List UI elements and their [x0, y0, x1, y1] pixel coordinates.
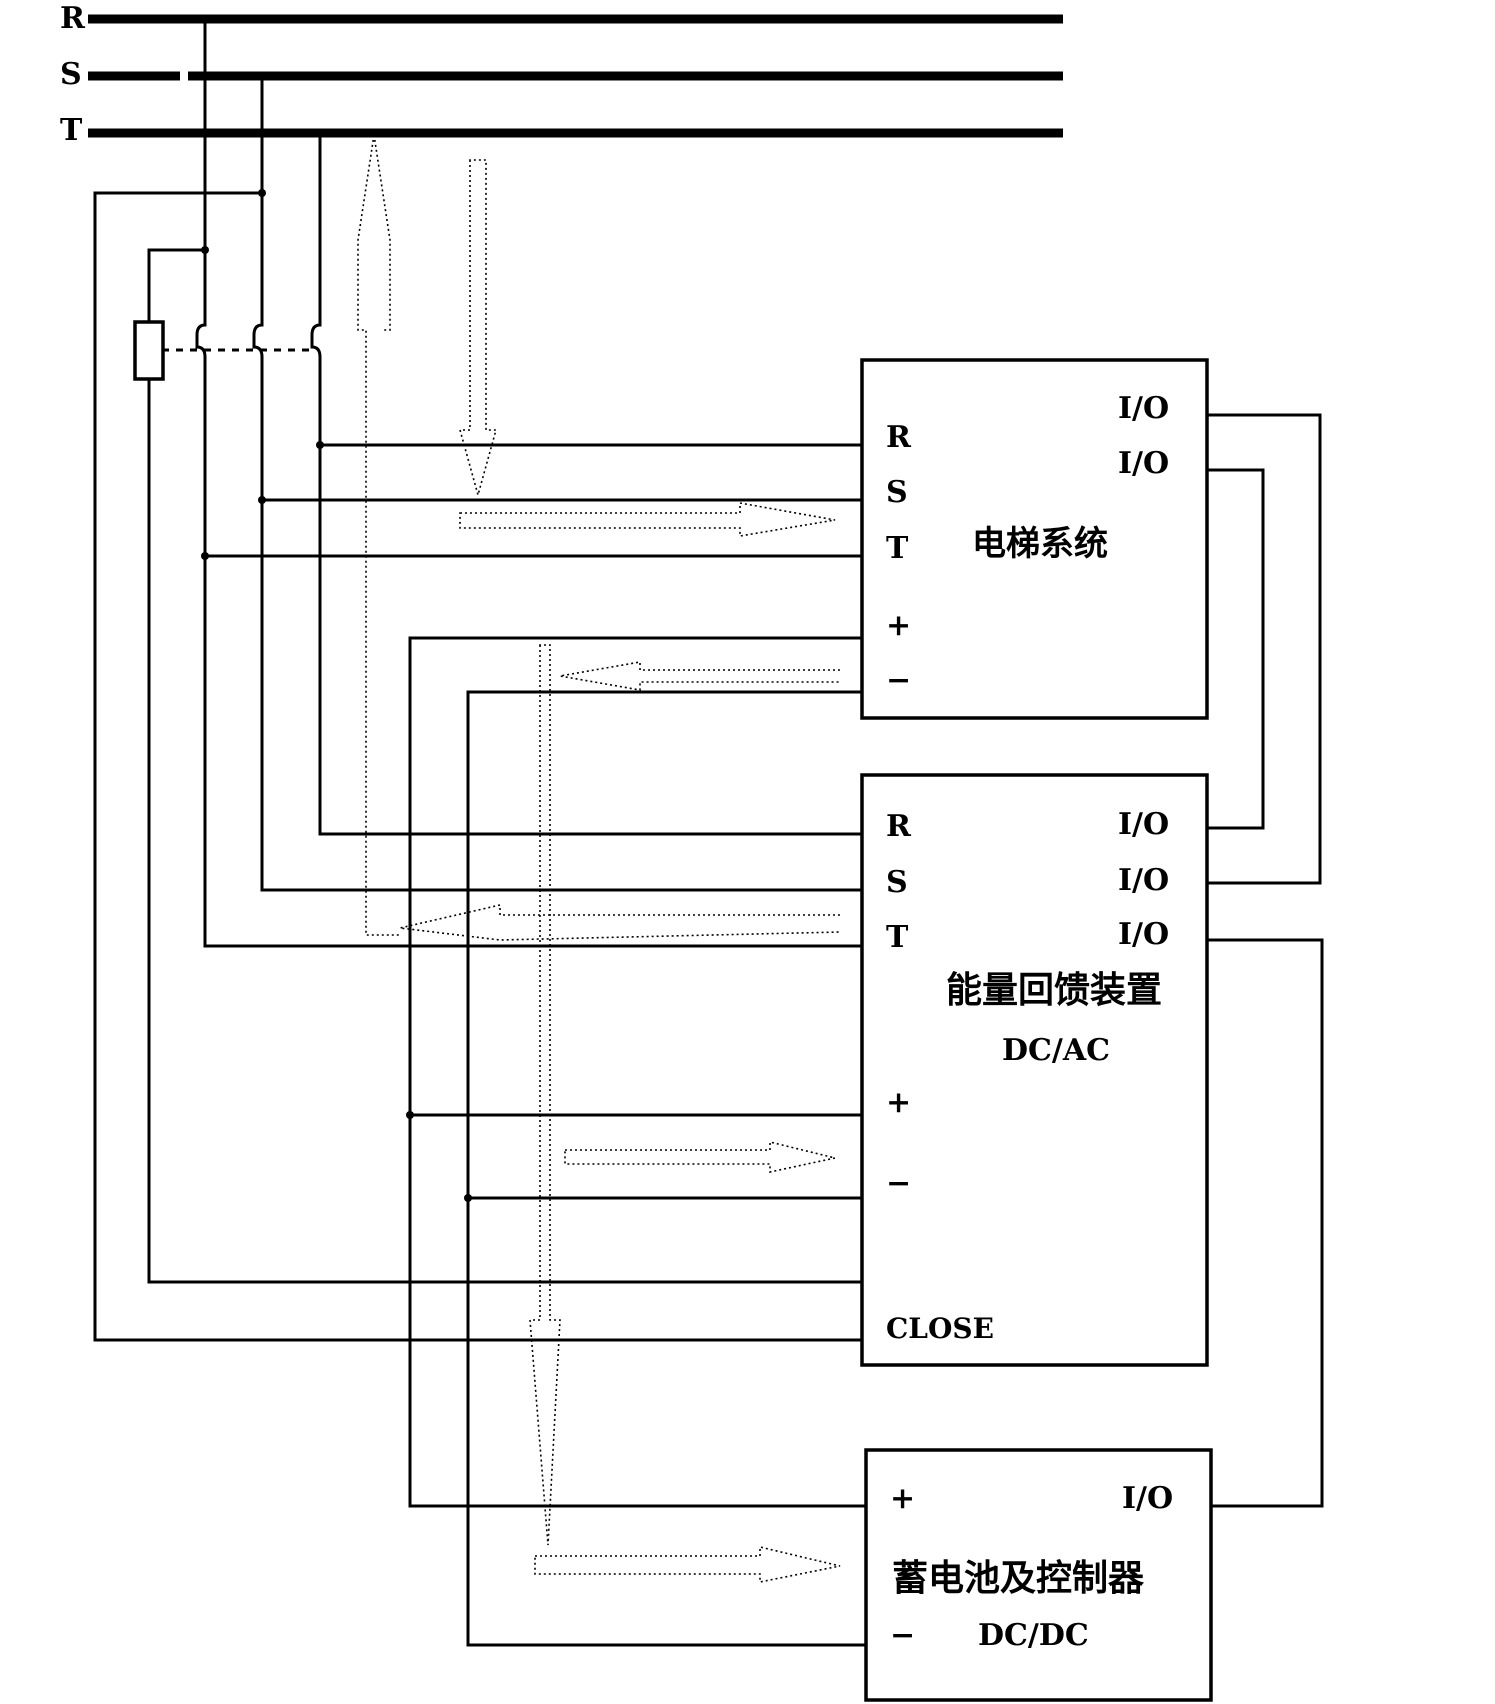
io-link-elevator2-feedback1 [1207, 468, 1265, 830]
junction-dot [464, 1194, 472, 1202]
battery-controller-title: 蓄电池及控制器 [892, 1558, 1145, 1599]
bus-drops [93, 19, 862, 1342]
junction-dot [201, 246, 209, 254]
battery-controller-block: + − I/O 蓄电池及控制器 DC/DC [864, 1448, 1213, 1702]
contactor-contact-t [310, 305, 322, 377]
feedback-port-negative: − [886, 1166, 911, 1201]
flow-arrow-dc-down [529, 644, 561, 1546]
io-links [1207, 413, 1324, 1508]
contactor-contact-s [252, 305, 264, 377]
feedback-port-t: T [886, 920, 909, 955]
flow-arrow-right-to-elevator [459, 502, 836, 537]
elevator-system-title: 电梯系统 [972, 524, 1108, 564]
elevator-port-positive: + [886, 608, 911, 643]
elevator-port-negative: − [886, 663, 911, 698]
energy-feedback-block: R S T + − CLOSE I/O I/O I/O 能量回馈装置 DC/AC [860, 773, 1209, 1367]
coil-return-wire [147, 379, 862, 1284]
feedback-port-close: CLOSE [886, 1312, 994, 1345]
junction-dot [406, 1111, 414, 1119]
coil-supply-wire [147, 248, 205, 322]
energy-flow-arrows [357, 134, 841, 1583]
wire-r-to-feedback-t [203, 377, 862, 948]
energy-feedback-title: 能量回馈装置 [946, 970, 1162, 1011]
bus-label-t: T [60, 113, 83, 148]
elevator-port-t: T [886, 531, 909, 566]
elevator-system-block: R S T + − I/O I/O 电梯系统 [860, 358, 1209, 720]
battery-controller-subtitle: DC/DC [978, 1618, 1089, 1653]
elevator-port-io-2: I/O [1118, 446, 1169, 481]
close-control-wire [93, 191, 862, 1342]
battery-port-positive: + [890, 1481, 915, 1516]
junction-dot [258, 496, 266, 504]
energy-feedback-subtitle: DC/AC [1002, 1033, 1110, 1068]
flow-arrow-right-to-battery [534, 1545, 841, 1583]
junction-dot [316, 441, 324, 449]
dc-bus-wires [406, 636, 866, 1647]
bus-label-s: S [60, 57, 82, 92]
io-link-feedback3-battery [1207, 938, 1324, 1508]
battery-port-negative: − [890, 1618, 915, 1653]
feedback-port-io-3: I/O [1118, 917, 1169, 952]
contactor-coil [133, 320, 165, 381]
three-phase-bus: R S T [60, 1, 1063, 148]
elevator-port-io-1: I/O [1118, 391, 1169, 426]
elevator-port-s: S [886, 475, 908, 510]
feedback-port-r: R [886, 809, 912, 844]
bus-label-r: R [60, 1, 86, 36]
flow-arrow-right-to-feedback [564, 1140, 836, 1173]
feedback-port-s: S [886, 865, 908, 900]
flow-arrow-left-from-elevator [559, 661, 840, 691]
contactor-contact-r [195, 305, 207, 377]
flow-arrow-bus-up-head [373, 134, 391, 331]
junction-dot [201, 552, 209, 560]
battery-port-io: I/O [1122, 1481, 1173, 1516]
elevator-port-r: R [886, 420, 912, 455]
dc-positive-wire [408, 636, 866, 1508]
flow-arrow-bus-up [357, 134, 400, 936]
circuit-diagram: R S T R S T + − I/O I/O 电梯系统 R S T + − C… [60, 1, 1324, 1702]
wire-s-to-feedback-s [260, 377, 862, 892]
flow-arrow-left-to-grid [399, 903, 841, 941]
feedback-port-io-1: I/O [1118, 807, 1169, 842]
feedback-port-positive: + [886, 1085, 911, 1120]
feedback-port-io-2: I/O [1118, 863, 1169, 898]
junction-dot [258, 189, 266, 197]
